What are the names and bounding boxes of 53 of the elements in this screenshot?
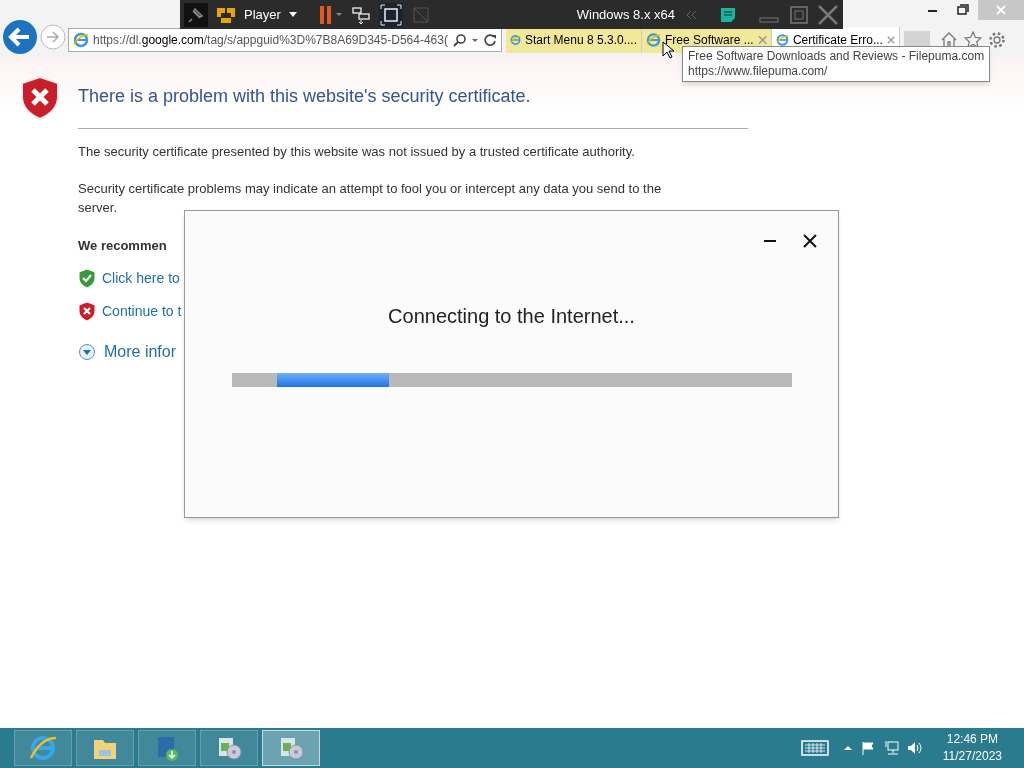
taskbar-button[interactable] — [138, 730, 196, 766]
paragraph: The security certificate presented by this website was not issued by a trusted certificate authority. — [78, 143, 636, 161]
note-icon[interactable] — [719, 5, 737, 24]
close-button[interactable] — [802, 233, 818, 249]
expand-icon[interactable] — [78, 342, 96, 361]
show-hidden-icons[interactable] — [842, 743, 853, 753]
clock-date[interactable]: 11/27/2023 — [942, 748, 1002, 765]
close-icon[interactable] — [817, 3, 839, 26]
paragraph: Security certificate problems may indicate an attempt to fool you or intercept any data you send to the server. — [78, 180, 663, 217]
keyboard-icon[interactable] — [800, 740, 829, 756]
tooltip-url: https://www.filepuma.com/ — [688, 64, 829, 79]
browser-icon — [73, 32, 89, 48]
settings-icon[interactable] — [988, 31, 1006, 49]
vm-name: Windows 8.x x64 — [576, 5, 675, 24]
taskbar-button[interactable] — [14, 730, 72, 766]
tab-title: Certificate Erro... — [792, 32, 883, 49]
caret-icon — [288, 11, 297, 18]
safe-shield-icon — [78, 268, 96, 288]
address-bar[interactable]: https://dl.google.com/tag/s/appguid%3D%7B8A69D345-D564-463( — [68, 28, 502, 52]
status-message: Connecting to the Internet... — [388, 304, 635, 329]
flag-icon[interactable] — [860, 741, 875, 755]
player-menu[interactable]: Player — [244, 4, 297, 25]
error-shield-icon — [78, 301, 96, 321]
recommendation-heading: We recommen — [78, 237, 168, 255]
network-icon[interactable] — [882, 740, 899, 756]
home-icon[interactable] — [940, 31, 958, 49]
search-icon[interactable] — [453, 33, 467, 47]
tab-title: Free Software ... — [664, 32, 754, 49]
browser-icon — [510, 32, 521, 48]
more-information-link[interactable]: More infor — [104, 339, 177, 364]
address-text[interactable]: https://dl.google.com/tag/s/appguid%3D%7B8A69D345-D564-463( — [93, 31, 449, 49]
taskbar-button[interactable] — [76, 730, 134, 766]
restore-icon[interactable] — [789, 4, 809, 25]
browser-tab[interactable]: Start Menu 8 5.3.0.... — [506, 27, 642, 53]
fullscreen-icon[interactable] — [378, 2, 403, 27]
browser-icon — [776, 32, 789, 48]
browser-icon — [646, 32, 661, 48]
error-shield-icon — [20, 76, 60, 120]
clock-time[interactable]: 12:46 PM — [946, 731, 999, 748]
close-icon[interactable] — [886, 35, 895, 45]
send-keys-icon[interactable] — [350, 4, 371, 25]
page-heading: There is a problem with this website's security certificate. — [78, 83, 748, 129]
star-icon[interactable] — [964, 31, 982, 49]
pin-icon[interactable] — [184, 2, 208, 27]
tab-title: Start Menu 8 5.3.0.... — [524, 32, 637, 49]
browser-icon — [29, 734, 57, 762]
player-logo-icon — [216, 5, 236, 24]
link[interactable]: Click here to — [102, 267, 180, 289]
volume-icon[interactable] — [906, 740, 923, 756]
taskbar-button[interactable] — [200, 730, 258, 766]
back-button[interactable] — [2, 19, 38, 55]
link[interactable]: Continue to t — [102, 300, 182, 322]
refresh-icon[interactable] — [483, 33, 497, 47]
